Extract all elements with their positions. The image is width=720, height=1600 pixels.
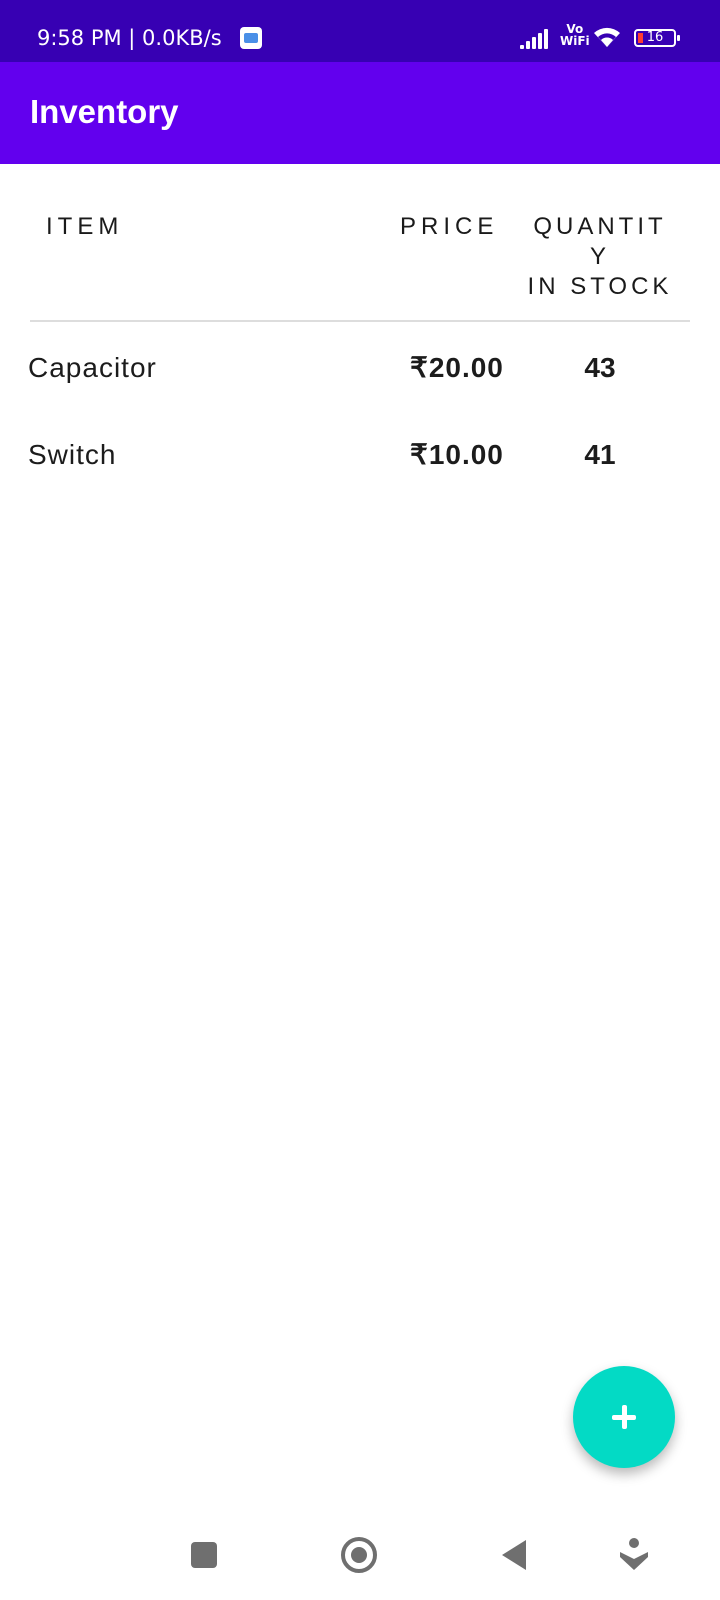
item-name: Switch — [28, 439, 117, 470]
add-item-button[interactable] — [573, 1366, 675, 1468]
status-bar: 9:58 PM | 0.0KB/s Vo WiFi 16 — [0, 0, 720, 62]
column-header-item: ITEM — [46, 213, 124, 240]
notification-app-icon — [240, 27, 262, 49]
list-item[interactable]: Switch ₹10.00 41 — [0, 437, 720, 497]
column-header-quantity: QUANTIT Y IN STOCK — [520, 212, 680, 302]
vowifi-label-bottom: WiFi — [560, 34, 590, 48]
column-header-quantity-line1: QUANTIT — [533, 213, 667, 240]
item-name: Capacitor — [28, 352, 157, 383]
cellular-signal-icon — [520, 29, 552, 49]
assistant-icon[interactable] — [618, 1536, 650, 1572]
column-header-quantity-line3: IN STOCK — [527, 273, 673, 300]
navigation-bar — [0, 1490, 720, 1600]
app-bar: Inventory — [0, 62, 720, 164]
wifi-icon — [594, 27, 620, 47]
battery-icon: 16 — [634, 29, 680, 47]
item-price: ₹20.00 — [410, 352, 504, 383]
header-divider — [30, 320, 690, 322]
battery-level-text: 16 — [646, 30, 664, 45]
recents-square-icon[interactable] — [191, 1542, 217, 1568]
vowifi-label: Vo WiFi — [560, 23, 590, 47]
item-quantity: 43 — [584, 352, 616, 383]
item-price: ₹10.00 — [410, 439, 504, 470]
item-quantity: 41 — [584, 439, 616, 470]
column-header-quantity-line2: Y — [589, 243, 610, 270]
home-circle-icon[interactable] — [341, 1537, 377, 1573]
status-time-netspeed: 9:58 PM | 0.0KB/s — [37, 26, 222, 50]
back-triangle-icon[interactable] — [502, 1540, 526, 1570]
app-title: Inventory — [30, 93, 179, 130]
column-header-price: PRICE — [400, 213, 499, 240]
list-item[interactable]: Capacitor ₹20.00 43 — [0, 350, 720, 410]
